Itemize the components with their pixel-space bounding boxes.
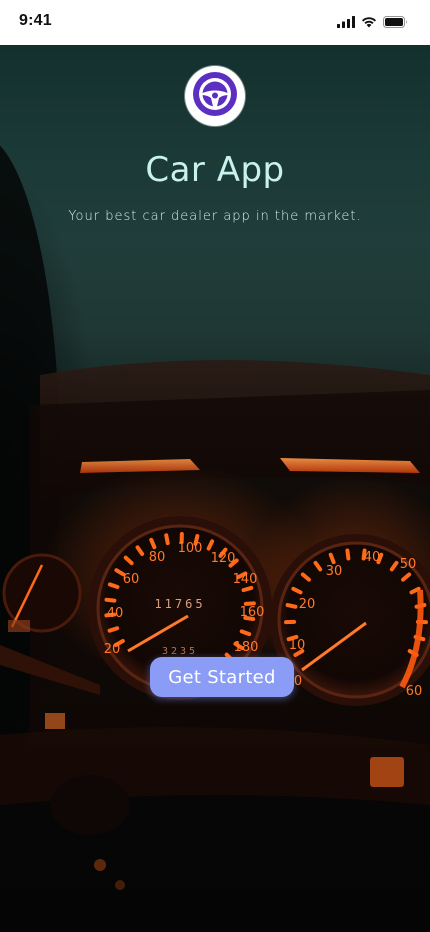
status-time: 9:41 bbox=[19, 12, 52, 29]
tach-tick-label: 10 bbox=[289, 638, 306, 653]
tach-tick-label: 60 bbox=[406, 684, 423, 699]
battery-icon bbox=[383, 16, 408, 28]
tach-tick-label: 0 bbox=[294, 674, 302, 689]
tach-tick-label: 30 bbox=[326, 564, 343, 579]
speed-tick-label: 180 bbox=[234, 640, 259, 655]
app-title: Car App bbox=[145, 150, 285, 190]
gauge-tick bbox=[239, 629, 252, 637]
speed-tick-label: 100 bbox=[178, 541, 203, 556]
gauge-tick bbox=[104, 597, 117, 603]
speed-tick-label: 60 bbox=[123, 572, 140, 587]
tach-tick-label: 40 bbox=[364, 550, 381, 565]
status-icons bbox=[337, 15, 408, 29]
status-bar: 9:41 bbox=[0, 0, 430, 45]
gauge-tick bbox=[241, 585, 254, 593]
gauge-tick bbox=[107, 582, 120, 589]
speed-tick-label: 160 bbox=[240, 605, 265, 620]
get-started-button[interactable]: Get Started bbox=[150, 657, 294, 697]
gauge-tick bbox=[328, 552, 336, 565]
steering-wheel-icon bbox=[192, 71, 238, 121]
app-logo bbox=[185, 66, 245, 126]
gauge-tick bbox=[285, 603, 298, 609]
gauge-tick bbox=[345, 548, 351, 561]
gauge-tick bbox=[164, 533, 170, 546]
trip-meter: 3235 bbox=[162, 646, 198, 657]
speed-tick-label: 140 bbox=[233, 572, 258, 587]
wifi-icon bbox=[361, 16, 377, 28]
app-tagline: Your best car dealer app in the market. bbox=[68, 209, 362, 224]
speed-tick-label: 80 bbox=[149, 550, 166, 565]
odometer: 11765 bbox=[154, 597, 205, 611]
signal-icon bbox=[337, 16, 355, 28]
speed-tick-label: 40 bbox=[107, 606, 124, 621]
tach-tick-label: 20 bbox=[299, 597, 316, 612]
speed-tick-label: 120 bbox=[211, 551, 236, 566]
splash-screen: 9:41 20 40 60 80 100 120 140 160 180 117… bbox=[0, 0, 430, 932]
gauge-tick bbox=[107, 626, 120, 633]
tach-tick-label: 50 bbox=[400, 557, 417, 572]
speed-tick-label: 20 bbox=[104, 642, 121, 657]
